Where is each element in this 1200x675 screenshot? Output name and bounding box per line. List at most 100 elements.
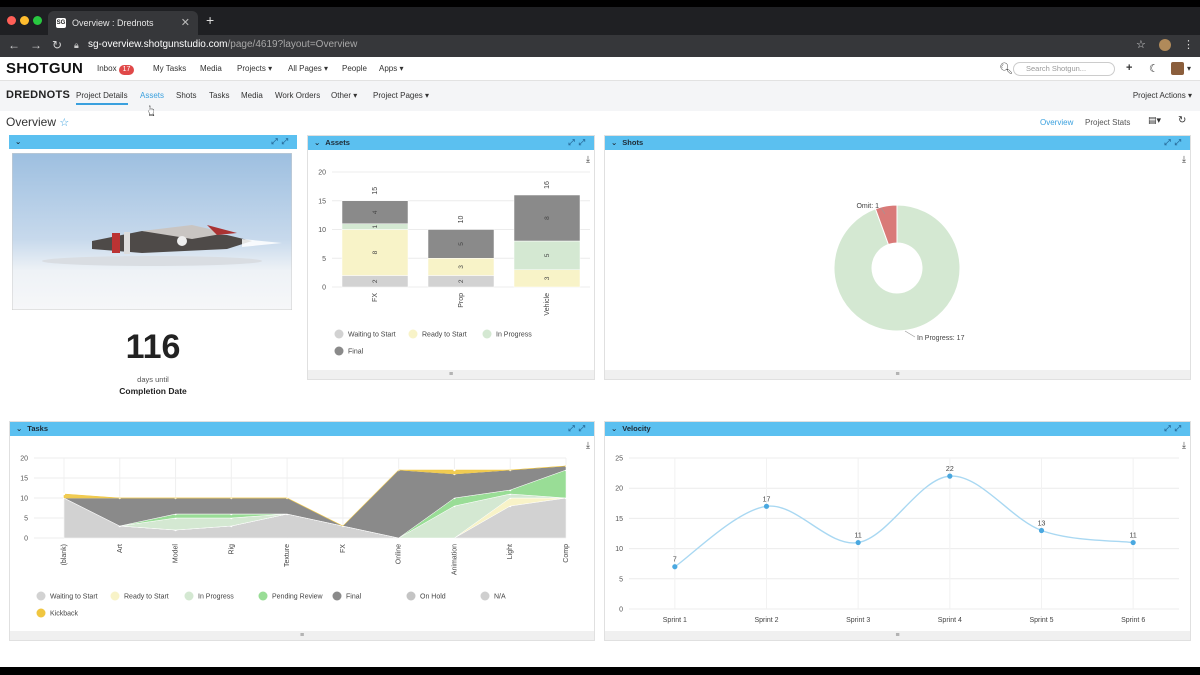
collapse-chevron-icon[interactable]: ⌄ bbox=[314, 138, 320, 147]
search-icon[interactable]: 🔍︎ bbox=[999, 62, 1013, 75]
pie-label: In Progress: 17 bbox=[917, 335, 965, 342]
lock-icon: 🔒︎ bbox=[74, 40, 79, 50]
data-label: 5 bbox=[458, 242, 465, 246]
legend-label: Pending Review bbox=[272, 594, 324, 601]
tab-work-orders[interactable]: Work Orders bbox=[275, 91, 320, 100]
x-tick-label: Online bbox=[396, 544, 403, 564]
widget-expand-icons[interactable]: ⤢⤢ bbox=[271, 135, 292, 149]
x-tick-label: Texture bbox=[284, 544, 291, 567]
forward-icon[interactable]: → bbox=[30, 38, 42, 52]
total-label: 15 bbox=[372, 187, 379, 195]
page-title: Overview ☆ bbox=[6, 115, 70, 129]
velocity-line bbox=[674, 475, 1134, 568]
shotgun-logo[interactable]: SHOTGUN bbox=[6, 60, 83, 77]
assets-widget-header: ⌄ Assets ⤢⤢ bbox=[308, 136, 594, 150]
legend-label: On Hold bbox=[420, 594, 446, 601]
velocity-point bbox=[672, 564, 678, 570]
close-window-icon[interactable] bbox=[7, 16, 16, 25]
add-icon[interactable]: + bbox=[1126, 62, 1132, 74]
project-actions-menu[interactable]: Project Actions ▾ bbox=[1133, 91, 1192, 100]
data-label: 7 bbox=[673, 557, 677, 564]
x-tick-label: Light bbox=[507, 544, 514, 559]
browser-profile-icon[interactable] bbox=[1159, 39, 1171, 51]
y-tick-label: 5 bbox=[322, 256, 326, 263]
nav-my-tasks[interactable]: My Tasks bbox=[153, 64, 186, 73]
area-point bbox=[62, 492, 66, 496]
data-label: 11 bbox=[1130, 533, 1137, 540]
y-tick-label: 20 bbox=[615, 486, 623, 493]
nav-projects[interactable]: Projects ▾ bbox=[237, 64, 272, 73]
area-point bbox=[453, 468, 456, 472]
legend-label: Kickback bbox=[50, 611, 79, 618]
resize-handle[interactable]: ≡ bbox=[605, 370, 1190, 379]
nav-people[interactable]: People bbox=[342, 64, 367, 73]
y-tick-label: 15 bbox=[318, 198, 326, 205]
close-tab-icon[interactable]: ✕ bbox=[181, 11, 190, 35]
project-bar: DREDNOTS Project Details Assets Shots Ta… bbox=[0, 81, 1200, 111]
chevron-down-icon[interactable]: ▾ bbox=[1187, 64, 1191, 73]
tab-shots[interactable]: Shots bbox=[176, 91, 196, 100]
browser-window: SG Overview : Drednots ✕ + ← → ↻ 🔒︎ sg-o… bbox=[0, 7, 1200, 667]
tasks-widget-header: ⌄ Tasks ⤢⤢ bbox=[10, 422, 594, 436]
browser-tab[interactable]: SG Overview : Drednots ✕ bbox=[48, 11, 198, 35]
shots-widget-header: ⌄ Shots ⤢⤢ bbox=[605, 136, 1190, 150]
tab-media[interactable]: Media bbox=[241, 91, 263, 100]
resize-handle[interactable]: ≡ bbox=[308, 370, 594, 379]
tab-assets[interactable]: Assets bbox=[140, 91, 164, 100]
resize-handle[interactable]: ≡ bbox=[605, 631, 1190, 640]
legend-swatch bbox=[184, 591, 194, 601]
nav-inbox[interactable]: Inbox 17 bbox=[97, 64, 135, 75]
resize-handle[interactable]: ≡ bbox=[10, 631, 594, 640]
x-tick-label: Model bbox=[173, 544, 180, 564]
collapse-chevron-icon[interactable]: ⌄ bbox=[16, 424, 22, 433]
reload-icon[interactable]: ↻ bbox=[52, 38, 62, 52]
address-bar: ← → ↻ 🔒︎ sg-overview.shotgunstudio.com/p… bbox=[0, 35, 1200, 57]
data-label: 5 bbox=[544, 253, 551, 257]
y-tick-label: 5 bbox=[619, 576, 623, 583]
shotgun-favicon-icon: SG bbox=[56, 18, 66, 28]
tab-title: Overview : Drednots bbox=[72, 18, 154, 28]
nav-all-pages[interactable]: All Pages ▾ bbox=[288, 64, 328, 73]
widget-expand-icons[interactable]: ⤢⤢ bbox=[1164, 422, 1185, 436]
moon-icon[interactable]: ☾ bbox=[1149, 62, 1159, 75]
link-project-stats[interactable]: Project Stats bbox=[1085, 118, 1130, 127]
widget-expand-icons[interactable]: ⤢⤢ bbox=[568, 136, 589, 150]
widget-expand-icons[interactable]: ⤢⤢ bbox=[1164, 136, 1185, 150]
back-icon[interactable]: ← bbox=[8, 38, 20, 52]
favorite-star-icon[interactable]: ☆ bbox=[59, 117, 69, 129]
velocity-point bbox=[855, 539, 861, 546]
collapse-chevron-icon[interactable]: ⌄ bbox=[611, 138, 617, 147]
legend-label: In Progress bbox=[198, 594, 234, 601]
x-tick-label: Animation bbox=[451, 544, 458, 575]
tab-project-pages[interactable]: Project Pages ▾ bbox=[373, 91, 429, 100]
nav-apps[interactable]: Apps ▾ bbox=[379, 64, 403, 73]
minimize-window-icon[interactable] bbox=[20, 16, 29, 25]
tab-tasks[interactable]: Tasks bbox=[209, 91, 229, 100]
legend-label: Waiting to Start bbox=[348, 332, 396, 339]
search-input[interactable]: Search Shotgun... bbox=[1013, 62, 1115, 76]
project-thumbnail-image bbox=[12, 153, 292, 310]
nav-media[interactable]: Media bbox=[200, 64, 222, 73]
collapse-chevron-icon[interactable]: ⌄ bbox=[15, 137, 21, 146]
legend-swatch bbox=[408, 329, 418, 339]
x-tick-label: Vehicle bbox=[544, 293, 551, 316]
url-field[interactable]: sg-overview.shotgunstudio.com/page/4619?… bbox=[88, 39, 357, 50]
refresh-icon[interactable]: ↻ bbox=[1178, 115, 1186, 126]
collapse-chevron-icon[interactable]: ⌄ bbox=[611, 424, 617, 433]
legend-label: Ready to Start bbox=[124, 594, 169, 601]
legend-swatch bbox=[480, 591, 490, 601]
maximize-window-icon[interactable] bbox=[33, 16, 42, 25]
data-label: 13 bbox=[1038, 520, 1046, 527]
hand-cursor-icon: 👆︎ bbox=[148, 103, 155, 120]
link-overview[interactable]: Overview bbox=[1040, 118, 1073, 127]
tab-project-details[interactable]: Project Details bbox=[76, 91, 128, 105]
page-options-icon[interactable]: ▤▾ bbox=[1148, 115, 1161, 126]
app-header: SHOTGUN Inbox 17 My Tasks Media Projects … bbox=[0, 57, 1200, 81]
new-tab-icon[interactable]: + bbox=[206, 12, 214, 28]
x-tick-label: Sprint 3 bbox=[846, 617, 870, 624]
widget-expand-icons[interactable]: ⤢⤢ bbox=[568, 422, 589, 436]
bookmark-star-icon[interactable]: ☆ bbox=[1136, 38, 1146, 51]
tab-other[interactable]: Other ▾ bbox=[331, 91, 357, 100]
avatar[interactable] bbox=[1171, 62, 1184, 75]
browser-menu-icon[interactable]: ⋮ bbox=[1183, 38, 1194, 51]
